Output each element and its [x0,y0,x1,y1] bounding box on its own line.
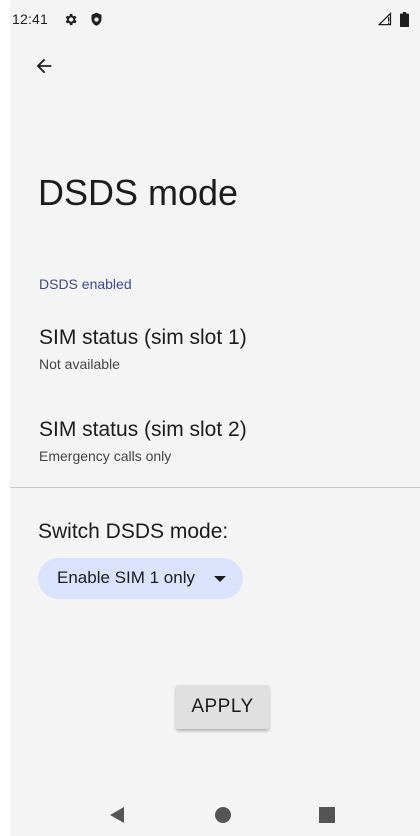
gear-icon [62,11,78,27]
recents-square-icon [318,806,336,829]
switch-dsds-mode-label: Switch DSDS mode: [38,520,229,543]
arrow-left-icon [33,55,55,82]
status-bar: 12:41 [10,0,420,40]
apply-button[interactable]: APPLY [176,685,269,729]
sim-status-slot-1-title: SIM status (sim slot 1) [39,326,247,349]
back-button[interactable] [26,50,62,86]
sim-status-slot-1-summary: Not available [39,356,120,372]
back-triangle-icon [108,806,126,829]
nav-recents-button[interactable] [314,804,340,830]
sim-status-slot-2[interactable]: SIM status (sim slot 2) Emergency calls … [10,418,420,478]
status-time: 12:41 [12,11,49,27]
divider [10,487,420,488]
shield-icon [88,11,104,27]
sim-status-slot-1[interactable]: SIM status (sim slot 1) Not available [10,326,420,386]
nav-back-button[interactable] [104,804,130,830]
dsds-mode-dropdown[interactable]: Enable SIM 1 only [38,558,243,599]
battery-icon [396,11,412,27]
dsds-mode-selected-value: Enable SIM 1 only [57,568,195,587]
sim-status-slot-2-summary: Emergency calls only [39,448,172,464]
app-screen: 12:41 DSDS mode DSDS enabled SIM status … [10,0,420,836]
sim-status-slot-2-title: SIM status (sim slot 2) [39,418,247,441]
signal-icon [377,11,393,27]
page-title: DSDS mode [38,172,239,213]
section-header: DSDS enabled [39,276,132,292]
navigation-bar [10,796,420,836]
nav-home-button[interactable] [210,804,236,830]
home-circle-icon [214,806,232,829]
dropdown-arrow-icon [214,576,226,582]
